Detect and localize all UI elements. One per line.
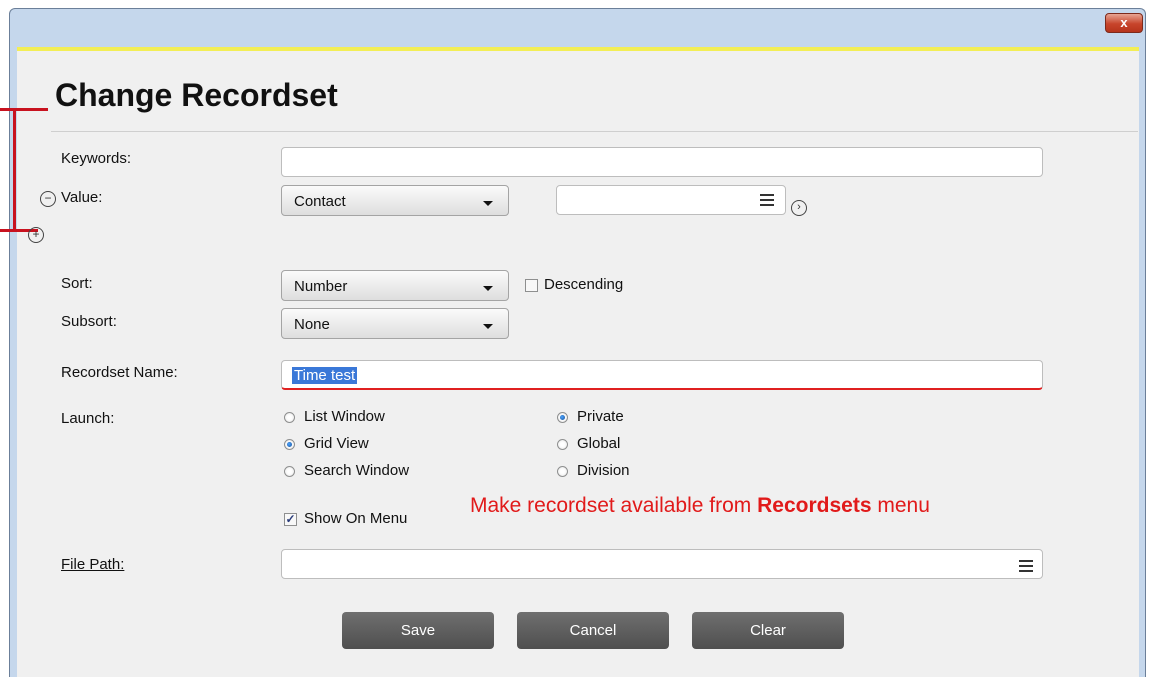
annotation-note: Make recordset available from Recordsets… xyxy=(470,494,930,518)
annotation-bracket-top xyxy=(0,108,48,111)
keywords-input[interactable] xyxy=(281,147,1043,177)
file-path-link[interactable]: File Path: xyxy=(61,556,124,573)
launch-option-label: Grid View xyxy=(304,435,369,452)
close-icon: x xyxy=(1120,15,1128,30)
cancel-button[interactable]: Cancel xyxy=(517,612,669,649)
value-dropdown[interactable]: Contact xyxy=(281,185,509,216)
annotation-text-bold: Recordsets xyxy=(757,494,872,517)
keywords-label: Keywords: xyxy=(61,150,132,167)
descending-checkbox[interactable] xyxy=(525,279,538,292)
subsort-dropdown-text: None xyxy=(294,316,330,333)
radio-grid-view[interactable] xyxy=(284,439,295,450)
launch-option-label: List Window xyxy=(304,408,385,425)
chevron-down-icon xyxy=(483,324,493,329)
launch-label: Launch: xyxy=(61,410,115,427)
value-dropdown-text: Contact xyxy=(294,193,346,210)
scope-option-label: Division xyxy=(577,462,630,479)
value-label: Value: xyxy=(61,189,103,206)
annotation-text-before: Make recordset available from xyxy=(470,494,758,517)
minus-circle-icon[interactable]: − xyxy=(40,191,56,207)
sort-dropdown[interactable]: Number xyxy=(281,270,509,301)
chevron-right-circle-icon[interactable]: › xyxy=(791,200,807,216)
sort-dropdown-text: Number xyxy=(294,278,348,295)
launch-option-label: Search Window xyxy=(304,462,410,479)
show-on-menu-label: Show On Menu xyxy=(304,510,408,527)
recordset-name-label: Recordset Name: xyxy=(61,364,178,381)
subsort-dropdown[interactable]: None xyxy=(281,308,509,339)
recordset-name-selected-text: Time test xyxy=(292,367,358,384)
scope-option-label: Private xyxy=(577,408,624,425)
annotation-bracket-vertical xyxy=(13,108,16,232)
page-title: Change Recordset xyxy=(55,77,338,113)
clear-button[interactable]: Clear xyxy=(692,612,844,649)
file-path-input[interactable] xyxy=(281,549,1043,579)
annotation-text-after: menu xyxy=(871,494,930,517)
plus-circle-icon[interactable]: + xyxy=(28,227,44,243)
subsort-label: Subsort: xyxy=(61,313,117,330)
radio-global[interactable] xyxy=(557,439,568,450)
radio-division[interactable] xyxy=(557,466,568,477)
title-divider xyxy=(51,131,1138,132)
save-button[interactable]: Save xyxy=(342,612,494,649)
chevron-down-icon xyxy=(483,201,493,206)
chevron-down-icon xyxy=(483,286,493,291)
sort-label: Sort: xyxy=(61,275,93,292)
close-button[interactable]: x xyxy=(1105,13,1143,33)
list-lines-icon[interactable] xyxy=(1019,560,1033,572)
list-lines-icon[interactable] xyxy=(760,194,774,206)
recordset-name-input[interactable]: Time test xyxy=(281,360,1043,390)
value-input[interactable] xyxy=(556,185,786,215)
radio-search-window[interactable] xyxy=(284,466,295,477)
radio-list-window[interactable] xyxy=(284,412,295,423)
radio-private[interactable] xyxy=(557,412,568,423)
descending-label: Descending xyxy=(544,276,624,293)
show-on-menu-checkbox[interactable]: ✓ xyxy=(284,513,297,526)
scope-option-label: Global xyxy=(577,435,621,452)
